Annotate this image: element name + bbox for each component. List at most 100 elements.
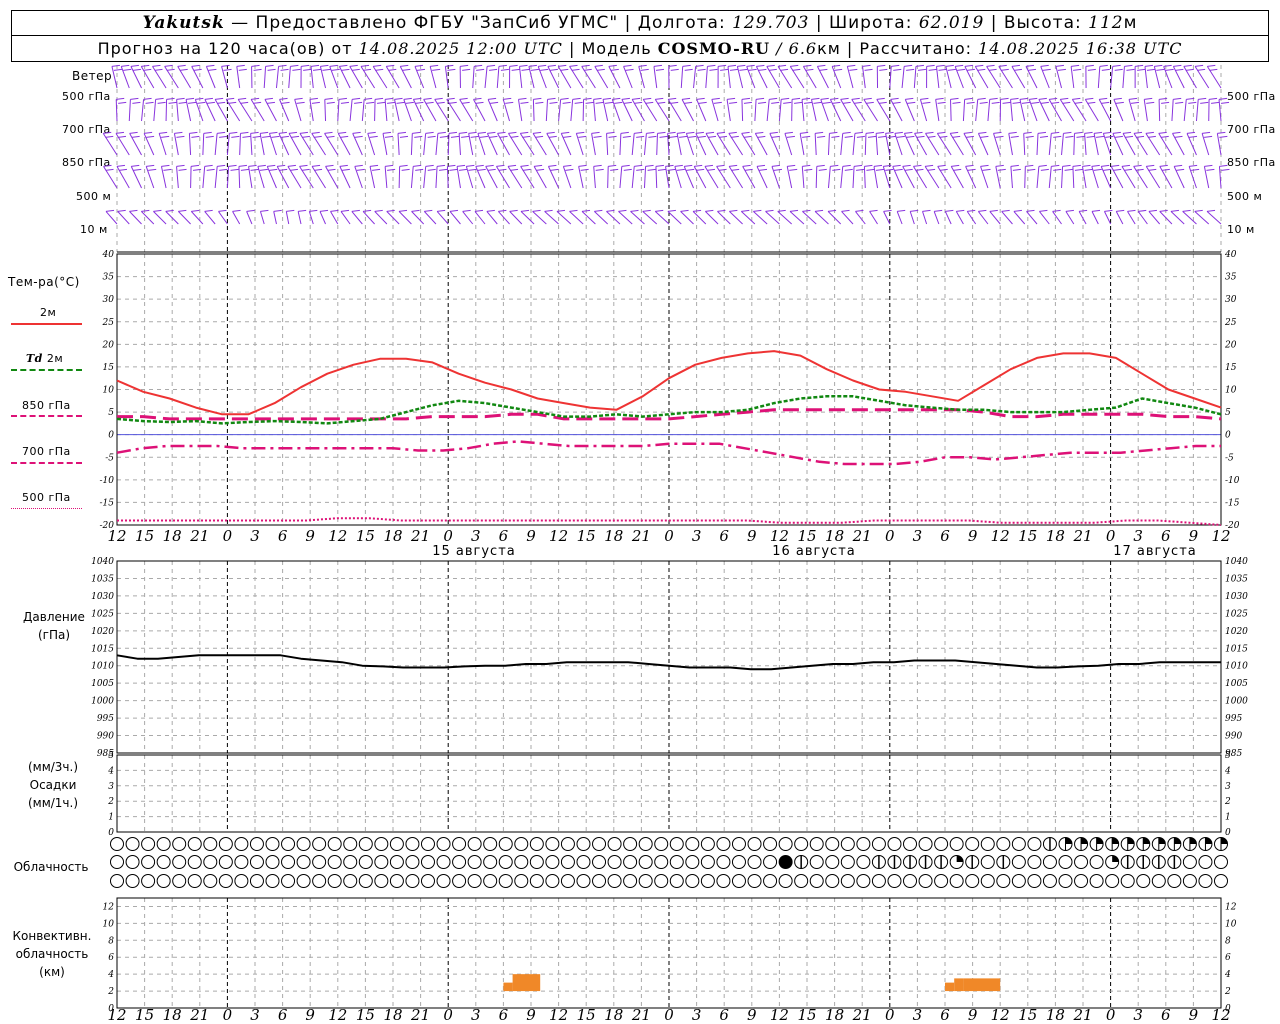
- wind-barb-flag: [221, 64, 230, 67]
- wind-barb-flag: [977, 68, 986, 71]
- wind-barb-flag: [105, 209, 115, 212]
- cloud-symbol: [700, 837, 715, 851]
- wind-barb-flag: [634, 101, 643, 104]
- wind-barb-flag: [784, 131, 793, 134]
- cloud-symbol: [980, 837, 995, 851]
- cloud-circle: [918, 874, 933, 888]
- wind-barb-flag: [993, 131, 1002, 134]
- wind-barb-staff: [909, 211, 915, 225]
- cloud-symbol: [576, 874, 591, 888]
- cloud-circle: [638, 837, 653, 851]
- wind-barb: [769, 131, 780, 156]
- cloud-symbol: [358, 837, 373, 851]
- conv-ytick-left: 2: [107, 987, 114, 997]
- wind-barb: [740, 209, 756, 225]
- wind-barb-flag: [105, 135, 114, 138]
- wind-barb: [435, 131, 448, 156]
- wind-barb-flag: [397, 131, 407, 134]
- wind-barb-flag: [548, 164, 557, 167]
- wind-barb: [829, 97, 842, 122]
- cloud-circle: [1042, 855, 1057, 869]
- wind-barb: [362, 209, 375, 225]
- wind-barb-flag: [1039, 209, 1048, 212]
- wind-barb-staff: [667, 211, 682, 225]
- wind-barb: [676, 131, 688, 156]
- wind-barb: [1038, 97, 1050, 122]
- wind-barb-flag: [163, 168, 172, 171]
- wind-barb-flag: [789, 168, 798, 171]
- cloud-symbol: [716, 874, 731, 888]
- wind-barb-flag: [864, 164, 873, 167]
- cloud-symbol: [1198, 874, 1213, 888]
- wind-barb-flag: [790, 64, 799, 67]
- wind-barb-flag: [657, 168, 666, 171]
- wind-barb-flag: [928, 68, 937, 71]
- wind-barb-staff: [801, 166, 805, 189]
- wind-barb-flag: [989, 97, 998, 100]
- conv-xtick: 9: [747, 1006, 757, 1024]
- cloud-circle: [234, 837, 249, 851]
- cloud-circle: [1011, 874, 1026, 888]
- wind-barb-flag: [853, 101, 862, 104]
- temp-ytick-right: 10: [1225, 386, 1237, 396]
- wind-barb-flag: [437, 164, 446, 167]
- wind-barb-flag: [427, 168, 436, 171]
- wind-barb-flag: [1038, 164, 1047, 167]
- cloud-circle: [949, 874, 964, 888]
- wind-barb: [398, 209, 412, 225]
- conv-xtick: 15: [356, 1006, 375, 1024]
- conv-xtick: 12: [328, 1006, 347, 1024]
- wind-barb: [361, 97, 375, 122]
- wind-barb-flag: [546, 131, 555, 134]
- wind-barb-flag: [287, 164, 296, 167]
- wind-barb-flag: [1146, 164, 1155, 167]
- wind-barb-flag: [950, 131, 959, 134]
- wind-barb-staff: [1036, 166, 1040, 189]
- wind-barb-flag: [1062, 101, 1071, 104]
- wind-barb: [789, 209, 805, 225]
- wind-barb-flag: [885, 131, 894, 134]
- wind-barb-staff: [717, 211, 731, 225]
- wind-barb-flag: [630, 209, 639, 212]
- wind-barb-staff: [1183, 99, 1187, 122]
- wind-barb: [998, 64, 1013, 89]
- temp-xtick: 0: [223, 527, 233, 545]
- wind-barb: [1133, 131, 1148, 156]
- cloud-circle: [187, 855, 202, 869]
- cloud-symbol: [405, 874, 420, 888]
- wind-barb: [936, 131, 952, 156]
- wind-barb-flag: [1188, 135, 1198, 138]
- wind-barb-staff: [185, 99, 192, 122]
- wind-barb: [705, 209, 719, 225]
- wind-barb-flag: [296, 101, 305, 104]
- wind-barb-flag: [951, 164, 960, 167]
- wind-barb: [862, 64, 873, 89]
- wind-barb-flag: [676, 168, 685, 171]
- wind-barb-staff: [1091, 211, 1099, 225]
- cloud-circle: [327, 837, 342, 851]
- wind-barb-flag: [1175, 101, 1184, 104]
- wind-barb-flag: [292, 68, 301, 71]
- cloud-symbol: [607, 837, 622, 851]
- wind-barb: [831, 64, 843, 89]
- wind-barb-flag: [1025, 64, 1035, 67]
- wind-barb-flag: [324, 97, 333, 100]
- wind-barb: [1011, 64, 1026, 89]
- wind-barb-flag: [338, 131, 347, 134]
- wind-barb-flag: [105, 168, 114, 171]
- wind-barb: [1091, 209, 1101, 225]
- wind-barb-flag: [131, 135, 140, 138]
- wind-barb-staff: [484, 66, 488, 89]
- wind-barb: [221, 64, 232, 89]
- wind-barb-flag: [742, 164, 751, 167]
- wind-barb-staff: [1137, 211, 1148, 225]
- wind-barb: [777, 64, 793, 89]
- wind-barb: [1144, 64, 1156, 89]
- wind-barb-flag: [236, 64, 245, 67]
- wind-barb-staff: [676, 133, 682, 156]
- wind-barb-flag: [1135, 168, 1144, 171]
- wind-barb-staff: [153, 211, 167, 225]
- wind-barb: [846, 64, 858, 89]
- wind-barb-flag: [779, 68, 789, 71]
- wind-barb-flag: [528, 64, 537, 67]
